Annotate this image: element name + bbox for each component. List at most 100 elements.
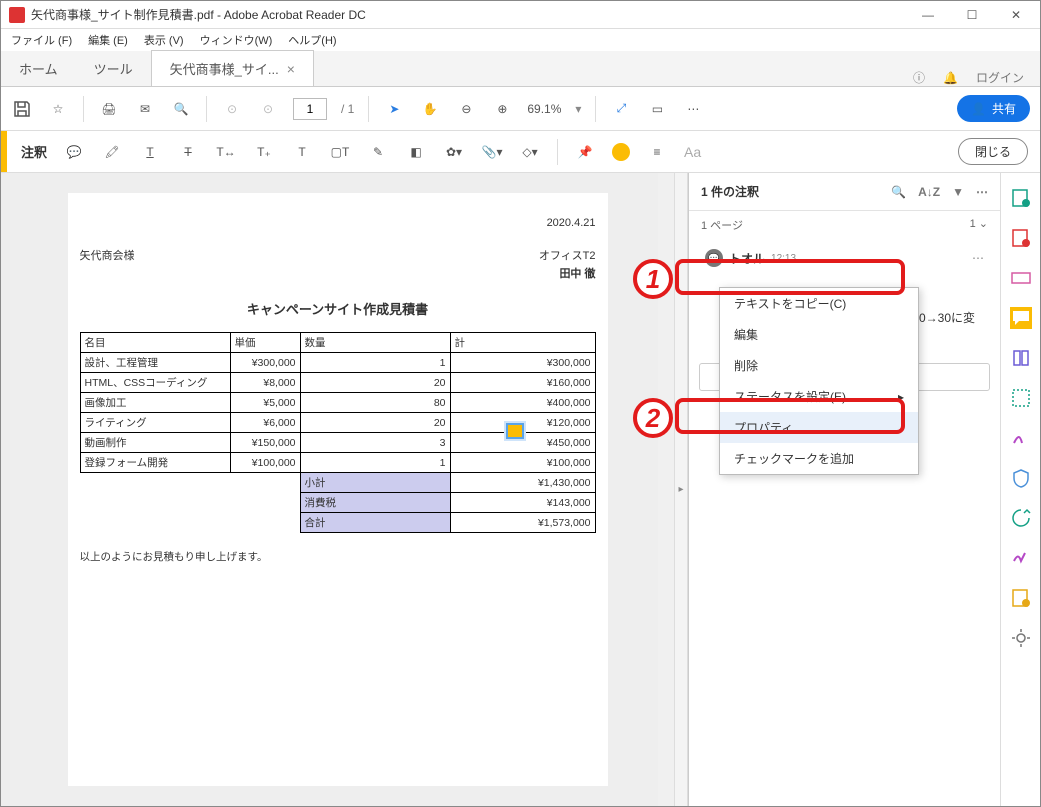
stamp-icon[interactable]: ✿▾ bbox=[443, 141, 465, 163]
search-comments-icon[interactable]: 🔍 bbox=[891, 185, 906, 199]
rail-sign-icon[interactable] bbox=[1010, 427, 1032, 449]
options-icon[interactable]: ⋯ bbox=[976, 185, 988, 199]
share-button[interactable]: 👤 共有 bbox=[957, 95, 1030, 122]
zoom-out-icon[interactable]: ⊖ bbox=[455, 98, 477, 120]
annot-active-indicator bbox=[1, 131, 7, 172]
comments-title: 1 件の注釈 bbox=[701, 183, 759, 200]
filter-icon[interactable]: ▼ bbox=[952, 185, 964, 199]
help-icon[interactable]: ⓘ bbox=[913, 69, 925, 86]
menu-edit[interactable]: 編集 (E) bbox=[84, 30, 132, 50]
highlight-icon[interactable]: 🖍 bbox=[101, 141, 123, 163]
page-group[interactable]: 1 ページ 1 ⌄ bbox=[689, 211, 1000, 239]
main-toolbar: ☆ 🖨 ✉ 🔍 ⊙ ⊙ / 1 ➤ ✋ ⊖ ⊕ 69.1% ▾ ⤢ ▭ ⋯ 👤 … bbox=[1, 87, 1040, 131]
attach-icon[interactable]: 📎▾ bbox=[481, 141, 503, 163]
line-weight-icon[interactable]: ≡ bbox=[646, 141, 668, 163]
maximize-button[interactable]: ☐ bbox=[950, 1, 994, 29]
sticky-note-icon[interactable] bbox=[506, 423, 524, 439]
tabstrip: ホーム ツール 矢代商事様_サイ... × ⓘ 🔔 ログイン bbox=[1, 51, 1040, 87]
star-icon[interactable]: ☆ bbox=[47, 98, 69, 120]
eraser-icon[interactable]: ◧ bbox=[405, 141, 427, 163]
doc-author: 田中 徹 bbox=[80, 265, 596, 281]
page-number-input[interactable] bbox=[293, 98, 327, 120]
menu-help[interactable]: ヘルプ(H) bbox=[284, 30, 340, 50]
menu-add-checkmark[interactable]: チェックマークを追加 bbox=[720, 443, 918, 474]
context-menu: テキストをコピー(C) 編集 削除 ステータスを設定(E)▸ プロパティ チェッ… bbox=[719, 287, 919, 475]
minimize-button[interactable]: — bbox=[906, 1, 950, 29]
titlebar: 矢代商事様_サイト制作見積書.pdf - Adobe Acrobat Reade… bbox=[1, 1, 1040, 29]
table-row: 設計、工程管理¥300,0001¥300,000 bbox=[80, 353, 595, 373]
th-unit: 単価 bbox=[230, 333, 300, 353]
shapes-icon[interactable]: ◇▾ bbox=[519, 141, 541, 163]
comments-panel: 1 件の注釈 🔍 A↓Z ▼ ⋯ 1 ページ 1 ⌄ 💬 トオル 12:13 ⋯ bbox=[688, 173, 1000, 806]
print-icon[interactable]: 🖨 bbox=[98, 98, 120, 120]
rail-create-pdf-icon[interactable] bbox=[1010, 187, 1032, 209]
callout-badge-1: 1 bbox=[633, 259, 673, 299]
zoom-in-icon[interactable]: ⊕ bbox=[491, 98, 513, 120]
tab-close-icon[interactable]: × bbox=[287, 61, 295, 77]
comment-icon[interactable]: 💬 bbox=[63, 141, 85, 163]
tools-rail bbox=[1000, 173, 1040, 806]
underline-icon[interactable]: T bbox=[139, 141, 161, 163]
menu-edit[interactable]: 編集 bbox=[720, 319, 918, 350]
tab-home[interactable]: ホーム bbox=[1, 51, 76, 86]
rail-combine-icon[interactable] bbox=[1010, 227, 1032, 249]
insert-text-icon[interactable]: T₊ bbox=[253, 141, 275, 163]
zoom-level[interactable]: 69.1% bbox=[527, 102, 561, 116]
reading-mode-icon[interactable]: ▭ bbox=[646, 98, 668, 120]
chevron-down-icon: ⌄ bbox=[979, 218, 988, 230]
pencil-icon[interactable]: ✎ bbox=[367, 141, 389, 163]
doc-client: 矢代商会様 bbox=[80, 247, 135, 263]
search-icon[interactable]: 🔍 bbox=[170, 98, 192, 120]
more-icon[interactable]: ⋯ bbox=[682, 98, 704, 120]
annot-label: 注釈 bbox=[21, 142, 47, 161]
pointer-icon[interactable]: ➤ bbox=[383, 98, 405, 120]
close-button[interactable]: ✕ bbox=[994, 1, 1038, 29]
th-name: 名目 bbox=[80, 333, 230, 353]
menu-view[interactable]: 表示 (V) bbox=[140, 30, 188, 50]
tab-document[interactable]: 矢代商事様_サイ... × bbox=[151, 50, 314, 86]
rail-export-icon[interactable] bbox=[1010, 507, 1032, 529]
save-icon[interactable] bbox=[11, 98, 33, 120]
callout-marker-2: 2 bbox=[675, 398, 905, 434]
menu-file[interactable]: ファイル (F) bbox=[7, 30, 76, 50]
login-link[interactable]: ログイン bbox=[976, 69, 1024, 86]
tab-document-label: 矢代商事様_サイ... bbox=[170, 59, 279, 78]
th-qty: 数量 bbox=[300, 333, 450, 353]
rail-protect-icon[interactable] bbox=[1010, 467, 1032, 489]
document-view[interactable]: 2020.4.21 矢代商会様 オフィスT2 田中 徹 キャンペーンサイト作成見… bbox=[1, 173, 674, 806]
rail-fill-sign-icon[interactable] bbox=[1010, 547, 1032, 569]
mail-icon[interactable]: ✉ bbox=[134, 98, 156, 120]
table-row: HTML、CSSコーディング¥8,00020¥160,000 bbox=[80, 373, 595, 393]
window-title: 矢代商事様_サイト制作見積書.pdf - Adobe Acrobat Reade… bbox=[31, 6, 906, 23]
rail-convert-icon[interactable] bbox=[1010, 587, 1032, 609]
comments-header: 1 件の注釈 🔍 A↓Z ▼ ⋯ bbox=[689, 173, 1000, 211]
rail-organize-icon[interactable] bbox=[1010, 347, 1032, 369]
hand-icon[interactable]: ✋ bbox=[419, 98, 441, 120]
fit-width-icon[interactable]: ⤢ bbox=[610, 98, 632, 120]
page-down-icon[interactable]: ⊙ bbox=[257, 98, 279, 120]
strikethrough-icon[interactable]: T bbox=[177, 141, 199, 163]
annot-close-button[interactable]: 閉じる bbox=[958, 138, 1028, 165]
sort-icon[interactable]: A↓Z bbox=[918, 185, 940, 199]
rail-more-tools-icon[interactable] bbox=[1010, 627, 1032, 649]
callout-marker-1: 1 bbox=[675, 259, 905, 295]
zoom-dropdown-icon[interactable]: ▾ bbox=[575, 102, 581, 116]
rail-comment-icon[interactable] bbox=[1010, 307, 1032, 329]
rail-edit-icon[interactable] bbox=[1010, 267, 1032, 289]
page-up-icon[interactable]: ⊙ bbox=[221, 98, 243, 120]
bell-icon[interactable]: 🔔 bbox=[943, 71, 958, 85]
comment-menu-icon[interactable]: ⋯ bbox=[972, 251, 984, 265]
rail-compress-icon[interactable] bbox=[1010, 387, 1032, 409]
tab-tools[interactable]: ツール bbox=[76, 51, 151, 86]
doc-title: キャンペーンサイト作成見積書 bbox=[80, 299, 596, 318]
table-row: 登録フォーム開発¥100,0001¥100,000 bbox=[80, 453, 595, 473]
color-dot[interactable] bbox=[612, 143, 630, 161]
text-icon[interactable]: T bbox=[291, 141, 313, 163]
textbox-icon[interactable]: ▢T bbox=[329, 141, 351, 163]
replace-text-icon[interactable]: T↔ bbox=[215, 141, 237, 163]
pin-icon[interactable]: 📌 bbox=[574, 141, 596, 163]
menu-delete[interactable]: 削除 bbox=[720, 350, 918, 381]
app-window: 矢代商事様_サイト制作見積書.pdf - Adobe Acrobat Reade… bbox=[0, 0, 1041, 807]
menu-window[interactable]: ウィンドウ(W) bbox=[196, 30, 277, 50]
text-style-icon[interactable]: Aa bbox=[684, 144, 701, 160]
